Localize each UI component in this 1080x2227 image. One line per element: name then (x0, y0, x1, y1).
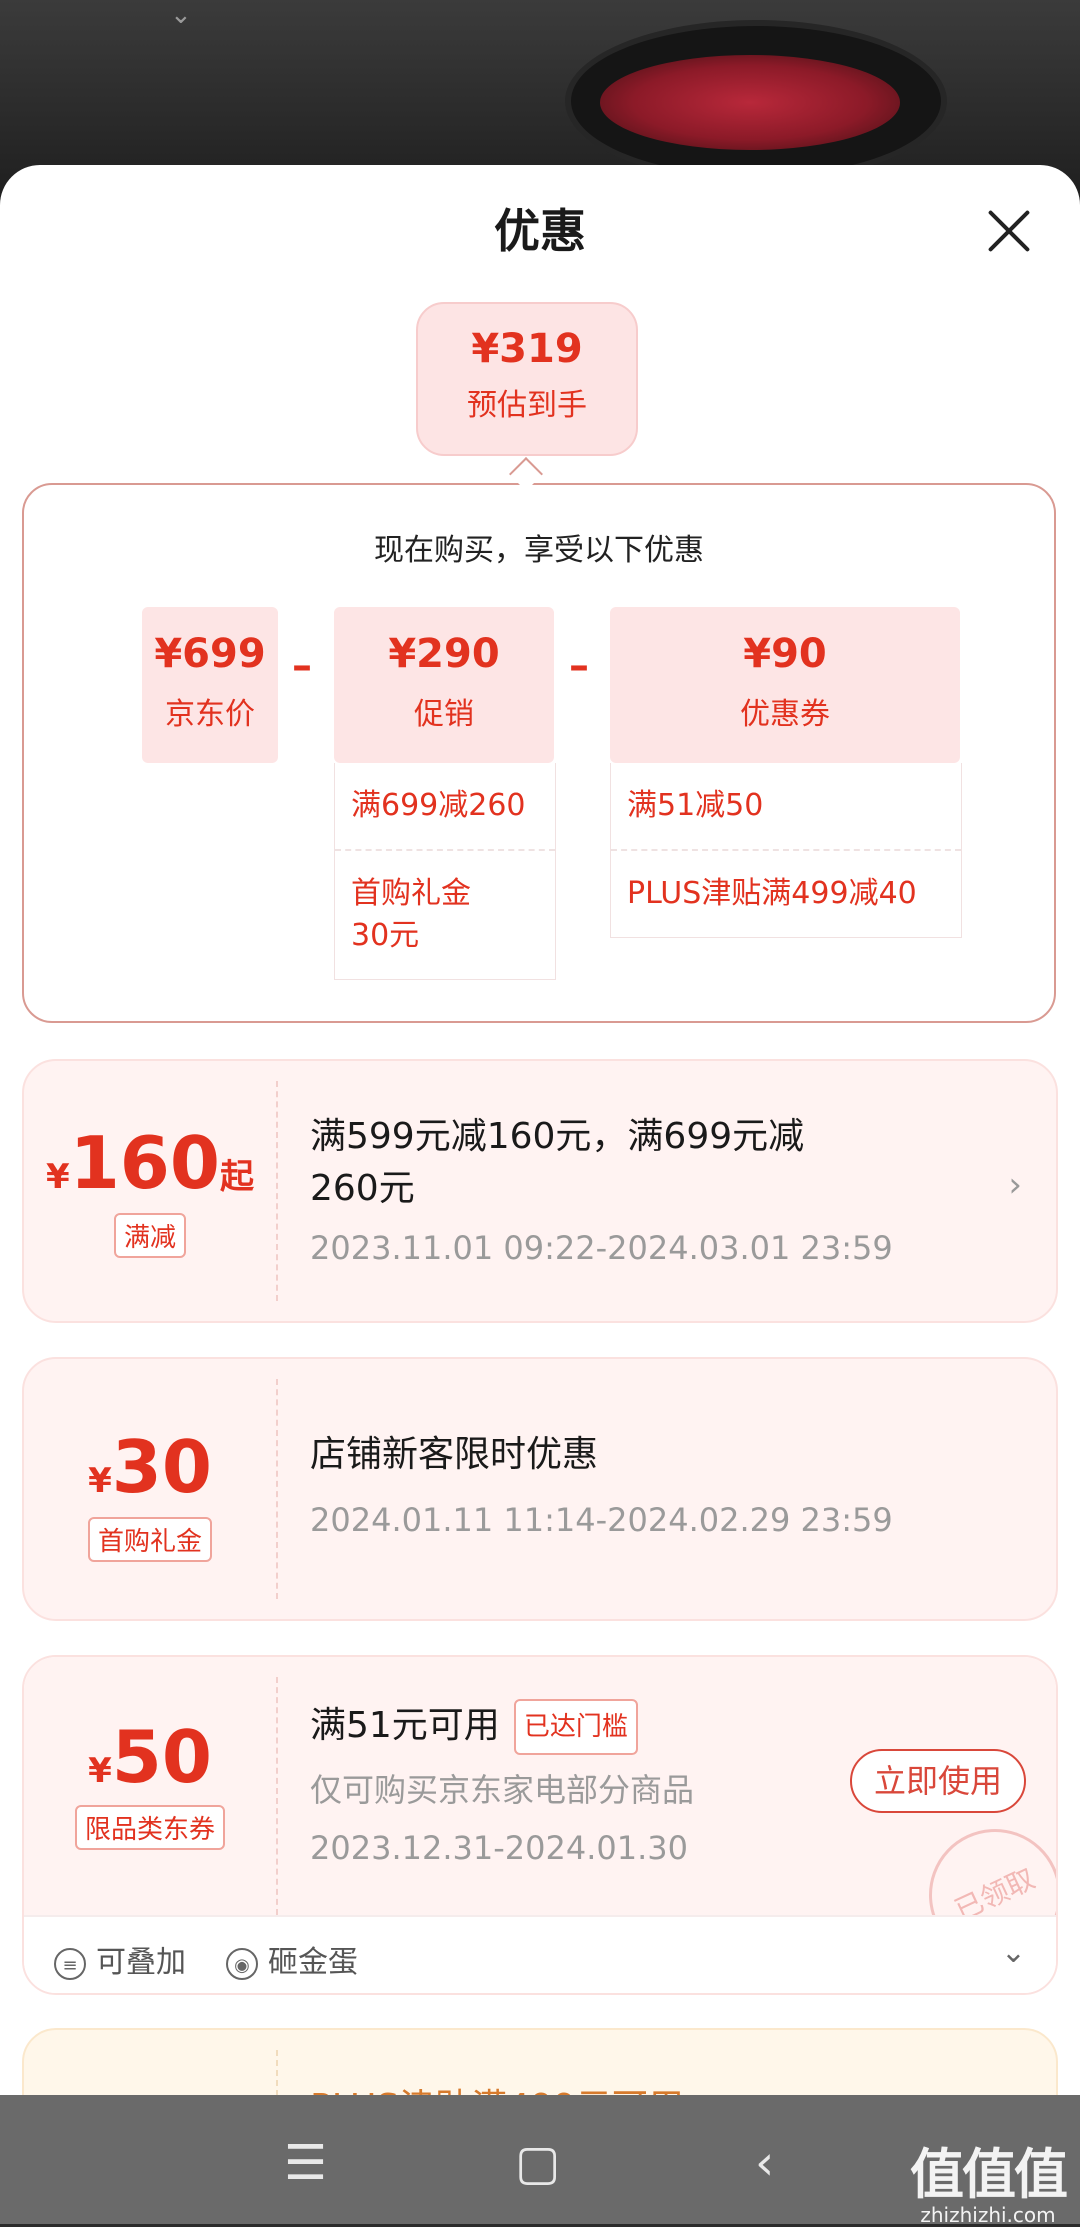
dashed-divider (276, 1081, 278, 1301)
currency-symbol: ¥ (88, 1461, 112, 1501)
amount-value: 50 (111, 1715, 212, 1799)
stack-icon: ≡ (54, 1947, 86, 1980)
use-now-button[interactable]: 立即使用 (850, 1749, 1026, 1813)
jd-price-box: ¥699 京东价 (142, 607, 278, 763)
coupon-items-list: 满51减50 PLUS津贴满499减40 (610, 763, 962, 938)
card-title-text: 满51元可用 (310, 1705, 500, 1746)
amount-suffix: 起 (219, 1157, 254, 1197)
promo-items-list: 满699减260 首购礼金 30元 (334, 763, 556, 980)
stackable-label: 可叠加 (96, 1945, 186, 1980)
card-title: PLUS津贴满499元可用 (310, 2078, 684, 2095)
coupon-type-tag: 限品类东券 (74, 1805, 225, 1850)
watermark-url: zhizhizhi.com (920, 2203, 1056, 2227)
amount-value: 160 (69, 1121, 220, 1205)
golden-egg-info: ◉ 砸金蛋 (226, 1937, 358, 1981)
card-description: 仅可购买京东家电部分商品 (310, 1771, 695, 1809)
card-title: 满599元减160元，满699元减260元 (310, 1116, 805, 1209)
close-icon[interactable] (985, 207, 1033, 255)
discount-amount: ¥30 (24, 1425, 276, 1509)
menu-icon[interactable]: ☰ (284, 2135, 327, 2191)
coupon-type-tag: 满减 (113, 1213, 186, 1258)
discount-amount-area: ¥30 首购礼金 (24, 1359, 276, 1619)
threshold-reached-badge: 已达门槛 (513, 1699, 638, 1755)
discount-card[interactable]: ¥30 首购礼金 店铺新客限时优惠 2024.01.11 11:14-2024.… (22, 1357, 1058, 1621)
coupon-item: PLUS津贴满499减40 (611, 849, 961, 937)
estimated-price-label: 预估到手 (467, 388, 587, 423)
discount-amount: ¥160起 (24, 1121, 276, 1205)
promo-box: ¥290 促销 (334, 607, 554, 763)
jd-price-value: ¥699 (154, 631, 266, 677)
dashed-divider (276, 1677, 278, 1915)
food-image (600, 55, 900, 150)
coupon-type-tag: 首购礼金 (87, 1517, 212, 1562)
estimated-price-badge: ¥319 预估到手 (416, 302, 638, 456)
chevron-right-icon[interactable]: › (1008, 1165, 1022, 1205)
discount-amount: ¥50 (24, 1715, 276, 1799)
price-breakdown-panel: 现在购买，享受以下优惠 ¥699 京东价 – ¥290 促销 – ¥90 优惠券… (22, 483, 1056, 1023)
minus-sign: – (569, 643, 589, 689)
stackable-info: ≡ 可叠加 (54, 1937, 186, 1981)
card-date: 2024.01.11 11:14-2024.02.29 23:59 (310, 1501, 893, 1539)
card-date: 2023.11.01 09:22-2024.03.01 23:59 (310, 1229, 893, 1267)
card-date: 2023.12.31-2024.01.30 (310, 1829, 688, 1867)
sheet-title: 优惠 (494, 204, 586, 258)
plus-coupon-card[interactable]: PLUS津贴满499元可用 (22, 2028, 1058, 2095)
golden-egg-label: 砸金蛋 (268, 1945, 358, 1980)
currency-symbol: ¥ (46, 1157, 70, 1197)
card-title: 满51元可用 已达门槛 (310, 1699, 638, 1755)
coupon-value: ¥90 (743, 631, 827, 677)
coupon-card-body: ¥50 限品类东券 满51元可用 已达门槛 仅可购买京东家电部分商品 2023.1… (24, 1657, 1056, 1983)
promo-item: 满699减260 (351, 788, 526, 823)
promo-value: ¥290 (388, 631, 500, 677)
minus-sign: – (292, 643, 312, 689)
watermark-logo: 值值值 (910, 2143, 1068, 2206)
discount-amount-area: ¥50 限品类东券 (24, 1657, 276, 1915)
watermark: 值值值 zhizhizhi.com (910, 2130, 1068, 2227)
chevron-down-icon: ⌄ (170, 0, 192, 30)
promotions-sheet: 优惠 ¥319 预估到手 现在购买，享受以下优惠 ¥699 京东价 – ¥290… (0, 165, 1080, 2095)
discount-card[interactable]: ¥160起 满减 满599元减160元，满699元减260元 2023.11.0… (22, 1059, 1058, 1323)
back-icon[interactable]: ‹ (755, 2135, 774, 2191)
home-icon[interactable]: ▢ (515, 2135, 560, 2191)
coupon-item: 满51减50 (627, 788, 764, 823)
coupon-label: 优惠券 (740, 697, 830, 732)
dashed-divider (276, 1379, 278, 1599)
dashed-divider (276, 2050, 278, 2095)
breakdown-intro: 现在购买，享受以下优惠 (374, 533, 704, 568)
promo-item: 首购礼金 30元 (335, 849, 555, 979)
coupon-card[interactable]: ¥50 限品类东券 满51元可用 已达门槛 仅可购买京东家电部分商品 2023.1… (22, 1655, 1058, 1995)
jd-price-label: 京东价 (165, 697, 255, 732)
amount-value: 30 (111, 1425, 212, 1509)
discount-amount-area: ¥160起 满减 (24, 1061, 276, 1321)
golden-egg-icon: ◉ (226, 1947, 258, 1980)
expand-chevron-icon[interactable]: ⌄ (1001, 1935, 1026, 1970)
coupon-footer: ≡ 可叠加 ◉ 砸金蛋 ⌄ (24, 1915, 1056, 1993)
promo-label: 促销 (414, 697, 474, 732)
card-title: 店铺新客限时优惠 (310, 1434, 599, 1475)
coupon-box: ¥90 优惠券 (610, 607, 960, 763)
currency-symbol: ¥ (88, 1751, 112, 1791)
estimated-price: ¥319 (471, 326, 583, 372)
